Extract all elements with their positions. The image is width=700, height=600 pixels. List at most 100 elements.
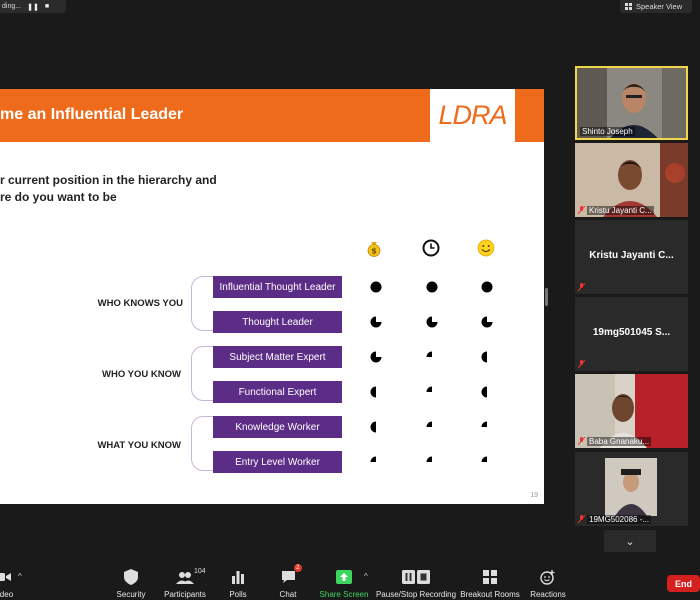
recording-controls-button[interactable]: Pause/Stop Recording xyxy=(375,562,457,600)
reactions-button[interactable]: Reactions xyxy=(528,562,568,600)
participant-name: Baba Gnanaku... xyxy=(587,437,652,446)
participants-label: Participants xyxy=(164,590,206,599)
pause-stop-icon xyxy=(402,568,430,586)
participant-tile[interactable]: Baba Gnanaku... xyxy=(575,374,688,448)
harvey-ball xyxy=(426,316,438,328)
bar-chart-icon xyxy=(231,568,245,586)
participant-name: Shinto Joseph xyxy=(580,127,635,136)
harvey-ball xyxy=(481,351,487,363)
participant-tile[interactable]: Kristu Jayanti C... xyxy=(575,220,688,294)
participant-tile[interactable]: 19MG502086 -... xyxy=(575,452,688,526)
share-screen-button[interactable]: Share Screen xyxy=(319,562,369,600)
slide-title: me an Influential Leader xyxy=(0,106,184,123)
video-camera-icon xyxy=(0,568,11,586)
shield-icon xyxy=(124,568,138,586)
chat-button[interactable]: 2 Chat xyxy=(275,562,302,600)
slide-page-number: 19 xyxy=(530,492,538,499)
speaker-view-button[interactable]: Speaker View xyxy=(620,0,692,13)
zoom-meeting-window: ding... ❚❚ ■ Speaker View me an Influent… xyxy=(0,0,700,600)
harvey-ball xyxy=(426,281,438,293)
harvey-ball xyxy=(481,316,493,328)
slide-question-line-2: re do you want to be xyxy=(0,190,117,204)
recording-label: ding... xyxy=(2,3,22,10)
clock-icon xyxy=(422,239,440,257)
harvey-ball xyxy=(426,351,432,357)
chevron-down-icon: ⌄ xyxy=(625,535,635,548)
group-bracket xyxy=(191,276,213,331)
reactions-label: Reactions xyxy=(530,590,566,599)
svg-text:$: $ xyxy=(371,247,377,256)
harvey-ball xyxy=(370,316,382,328)
harvey-ball xyxy=(481,421,487,427)
role-box: Thought Leader xyxy=(213,311,342,333)
grid-icon xyxy=(625,3,632,10)
stop-icon[interactable]: ■ xyxy=(45,3,49,10)
harvey-ball xyxy=(426,421,432,427)
recording-indicator: ding... ❚❚ ■ xyxy=(0,0,66,13)
harvey-ball xyxy=(370,421,376,433)
polls-button[interactable]: Polls xyxy=(224,562,252,600)
share-screen-icon xyxy=(336,568,352,586)
muted-mic-icon xyxy=(578,515,585,523)
role-box: Entry Level Worker xyxy=(213,451,342,473)
scroll-down-button[interactable]: ⌄ xyxy=(604,530,656,552)
harvey-ball xyxy=(370,386,376,398)
harvey-ball xyxy=(426,456,432,462)
chat-bubble-icon: 2 xyxy=(281,564,302,586)
group-label-who-you-know: WHO YOU KNOW xyxy=(102,369,181,380)
harvey-ball xyxy=(370,456,376,462)
video-options-caret[interactable]: ^ xyxy=(18,572,22,581)
muted-mic-icon xyxy=(578,283,585,291)
recording-controls-label: Pause/Stop Recording xyxy=(375,590,457,599)
panel-resize-handle[interactable] xyxy=(545,288,548,306)
video-button[interactable]: Video xyxy=(0,562,20,600)
harvey-ball xyxy=(370,351,382,363)
security-button[interactable]: Security xyxy=(112,562,150,600)
role-box: Knowledge Worker xyxy=(213,416,342,438)
shared-slide: me an Influential Leader LDRA r current … xyxy=(0,89,544,504)
harvey-ball xyxy=(370,281,382,293)
muted-mic-icon xyxy=(578,206,585,214)
ldra-logo: LDRA xyxy=(430,89,515,142)
end-meeting-button[interactable]: End xyxy=(667,575,700,592)
emoji-add-icon xyxy=(540,568,556,586)
share-screen-label: Share Screen xyxy=(319,590,369,599)
group-bracket xyxy=(191,346,213,401)
chat-label: Chat xyxy=(279,590,297,599)
breakout-rooms-button[interactable]: Breakout Rooms xyxy=(460,562,520,600)
harvey-ball xyxy=(481,456,487,462)
muted-mic-icon xyxy=(578,360,585,368)
breakout-rooms-icon xyxy=(483,568,497,586)
harvey-ball xyxy=(426,386,432,392)
share-options-caret[interactable]: ^ xyxy=(364,572,368,581)
smiley-icon xyxy=(477,239,495,257)
logo-text: LDRA xyxy=(438,100,507,130)
role-box: Functional Expert xyxy=(213,381,342,403)
participants-icon: 104 xyxy=(176,568,206,586)
group-bracket xyxy=(191,416,213,471)
participant-tile[interactable]: Kristu Jayanti C... xyxy=(575,143,688,217)
harvey-ball xyxy=(481,386,487,398)
participants-button[interactable]: 104 Participants xyxy=(160,562,210,600)
participant-name: Kristu Jayanti C... xyxy=(589,250,674,261)
participant-tile[interactable]: 19mg501045 S... xyxy=(575,297,688,371)
polls-label: Polls xyxy=(229,590,247,599)
group-label-what-you-know: WHAT YOU KNOW xyxy=(97,440,181,451)
participant-tile[interactable]: Shinto Joseph xyxy=(575,66,688,140)
role-box: Subject Matter Expert xyxy=(213,346,342,368)
slide-question-line-1: r current position in the hierarchy and xyxy=(0,173,217,187)
group-label-who-knows-you: WHO KNOWS YOU xyxy=(97,298,183,309)
chat-unread-badge: 2 xyxy=(294,564,302,572)
harvey-ball xyxy=(481,281,493,293)
role-box: Influential Thought Leader xyxy=(213,276,342,298)
participant-name: 19mg501045 S... xyxy=(592,327,671,338)
participants-count: 104 xyxy=(194,568,206,575)
participant-name: Kristu Jayanti C... xyxy=(587,206,654,215)
breakout-rooms-label: Breakout Rooms xyxy=(460,590,520,599)
money-bag-icon: $ xyxy=(367,242,381,257)
meeting-toolbar: Video ^ Security 104 Participants Polls xyxy=(0,562,700,600)
pause-icon[interactable]: ❚❚ xyxy=(27,3,39,11)
muted-mic-icon xyxy=(578,437,585,445)
speaker-view-label: Speaker View xyxy=(636,2,683,11)
video-label: Video xyxy=(0,590,14,599)
